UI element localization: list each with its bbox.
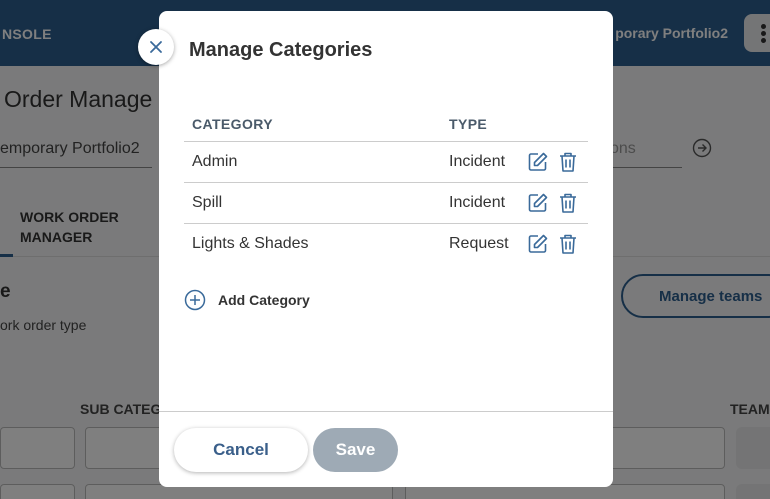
- table-row: Lights & Shades Request: [184, 224, 588, 265]
- footer-divider: [159, 411, 613, 412]
- manage-categories-modal: Manage Categories CATEGORY TYPE Admin In…: [138, 11, 613, 487]
- trash-icon[interactable]: [556, 191, 580, 215]
- row-type: Request: [449, 235, 509, 252]
- modal-title: Manage Categories: [189, 39, 373, 61]
- table-header: CATEGORY TYPE: [184, 109, 588, 142]
- close-icon: [150, 41, 162, 53]
- row-type: Incident: [449, 153, 506, 170]
- header-category: CATEGORY: [192, 116, 273, 132]
- plus-circle-icon: [184, 289, 206, 311]
- trash-icon[interactable]: [556, 150, 580, 174]
- save-button[interactable]: Save: [313, 428, 398, 472]
- trash-icon[interactable]: [556, 232, 580, 256]
- categories-table: CATEGORY TYPE Admin Incident Spill Incid…: [184, 109, 588, 265]
- row-category: Lights & Shades: [192, 235, 309, 252]
- cancel-button[interactable]: Cancel: [174, 428, 308, 472]
- close-button[interactable]: [138, 29, 174, 65]
- add-category-button[interactable]: Add Category: [184, 287, 310, 313]
- row-category: Admin: [192, 153, 238, 170]
- edit-icon[interactable]: [526, 150, 550, 174]
- table-row: Admin Incident: [184, 142, 588, 183]
- row-category: Spill: [192, 194, 223, 211]
- header-type: TYPE: [449, 116, 488, 132]
- edit-icon[interactable]: [526, 191, 550, 215]
- add-category-label: Add Category: [218, 292, 310, 308]
- table-row: Spill Incident: [184, 183, 588, 224]
- edit-icon[interactable]: [526, 232, 550, 256]
- row-type: Incident: [449, 194, 506, 211]
